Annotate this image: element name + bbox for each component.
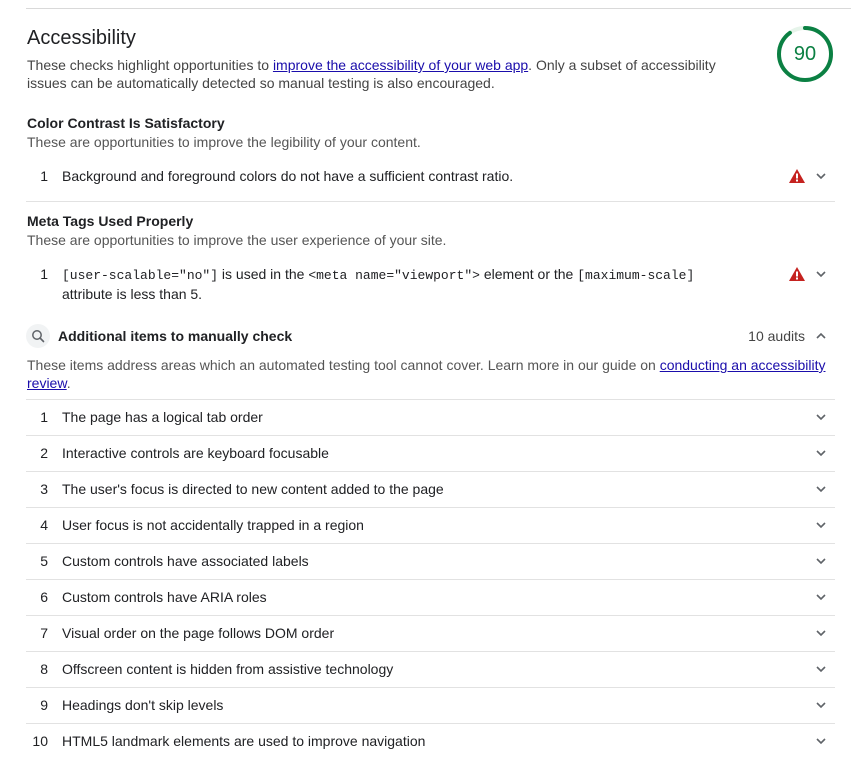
manual-description-text: These items address areas which an autom… bbox=[27, 357, 660, 373]
manual-check-number: 3 bbox=[40, 481, 48, 497]
manual-check-title: HTML5 landmark elements are used to impr… bbox=[62, 733, 426, 749]
manual-check-item[interactable]: 1 The page has a logical tab order bbox=[26, 399, 835, 436]
manual-check-title: Visual order on the page follows DOM ord… bbox=[62, 625, 335, 641]
category-description-text: These checks highlight opportunities to bbox=[27, 57, 273, 73]
manual-check-item[interactable]: 3 The user's focus is directed to new con… bbox=[26, 471, 835, 508]
manual-check-number: 9 bbox=[40, 697, 48, 713]
chevron-down-icon[interactable] bbox=[815, 699, 827, 711]
code-user-scalable: [user-scalable="no"] bbox=[62, 268, 219, 283]
manual-check-item[interactable]: 2 Interactive controls are keyboard focus… bbox=[26, 435, 835, 472]
audit-color-contrast[interactable]: 1 Background and foreground colors do no… bbox=[26, 164, 835, 188]
score-gauge: 90 bbox=[776, 25, 834, 83]
code-meta-viewport: <meta name="viewport"> bbox=[308, 268, 480, 283]
chevron-down-icon[interactable] bbox=[815, 447, 827, 459]
category-title: Accessibility bbox=[27, 27, 136, 49]
manual-check-number: 10 bbox=[32, 733, 48, 749]
manual-checks-title: Additional items to manually check bbox=[58, 328, 293, 344]
chevron-up-icon[interactable] bbox=[815, 330, 827, 342]
manual-check-item[interactable]: 10 HTML5 landmark elements are used to im… bbox=[26, 723, 835, 759]
audit-title-part: element or the bbox=[479, 266, 578, 282]
group-divider bbox=[26, 201, 835, 202]
manual-check-item[interactable]: 5 Custom controls have associated labels bbox=[26, 543, 835, 580]
manual-checks-count: 10 audits bbox=[748, 328, 805, 344]
manual-check-item[interactable]: 8 Offscreen content is hidden from assist… bbox=[26, 651, 835, 688]
group-title-color-contrast: Color Contrast Is Satisfactory bbox=[27, 115, 225, 131]
audit-number: 1 bbox=[40, 266, 48, 282]
accessibility-report: Accessibility These checks highlight opp… bbox=[0, 0, 861, 765]
category-description: These checks highlight opportunities to … bbox=[27, 56, 727, 92]
top-divider bbox=[26, 8, 851, 9]
chevron-down-icon[interactable] bbox=[815, 170, 827, 182]
chevron-down-icon[interactable] bbox=[815, 591, 827, 603]
manual-check-title: Custom controls have associated labels bbox=[62, 553, 309, 569]
search-icon bbox=[26, 324, 50, 348]
code-maximum-scale: [maximum-scale] bbox=[577, 268, 695, 283]
chevron-down-icon[interactable] bbox=[815, 627, 827, 639]
chevron-down-icon[interactable] bbox=[815, 663, 827, 675]
manual-checks-toggle[interactable]: Additional items to manually check 10 au… bbox=[26, 324, 835, 348]
manual-check-title: The user's focus is directed to new cont… bbox=[62, 481, 444, 497]
manual-check-item[interactable]: 4 User focus is not accidentally trapped … bbox=[26, 507, 835, 544]
manual-check-number: 1 bbox=[40, 409, 48, 425]
group-description-color-contrast: These are opportunities to improve the l… bbox=[27, 134, 421, 150]
audit-title-part: is used in the bbox=[218, 266, 309, 282]
manual-check-number: 5 bbox=[40, 553, 48, 569]
manual-check-item[interactable]: 7 Visual order on the page follows DOM or… bbox=[26, 615, 835, 652]
chevron-down-icon[interactable] bbox=[815, 411, 827, 423]
manual-check-title: Custom controls have ARIA roles bbox=[62, 589, 267, 605]
manual-check-number: 7 bbox=[40, 625, 48, 641]
chevron-down-icon[interactable] bbox=[815, 735, 827, 747]
manual-check-item[interactable]: 6 Custom controls have ARIA roles bbox=[26, 579, 835, 616]
accessibility-guide-link[interactable]: improve the accessibility of your web ap… bbox=[273, 57, 528, 73]
audit-number: 1 bbox=[40, 168, 48, 184]
chevron-down-icon[interactable] bbox=[815, 555, 827, 567]
group-description-meta-tags: These are opportunities to improve the u… bbox=[27, 232, 447, 248]
manual-check-title: Offscreen content is hidden from assisti… bbox=[62, 661, 394, 677]
manual-check-item[interactable]: 9 Headings don't skip levels bbox=[26, 687, 835, 724]
chevron-down-icon[interactable] bbox=[815, 519, 827, 531]
manual-description-text-end: . bbox=[66, 375, 71, 391]
audit-title-part: attribute is less than 5. bbox=[62, 286, 203, 302]
manual-check-number: 4 bbox=[40, 517, 48, 533]
audit-title: Background and foreground colors do not … bbox=[62, 168, 514, 184]
manual-check-title: Headings don't skip levels bbox=[62, 697, 224, 713]
audit-title: [user-scalable="no"] is used in the <met… bbox=[62, 265, 762, 303]
audit-meta-viewport[interactable]: 1 [user-scalable="no"] is used in the <m… bbox=[26, 262, 835, 302]
manual-check-title: Interactive controls are keyboard focusa… bbox=[62, 445, 329, 461]
warning-triangle-icon bbox=[789, 267, 805, 281]
manual-check-number: 6 bbox=[40, 589, 48, 605]
score-value: 90 bbox=[793, 43, 817, 65]
manual-checks-description: These items address areas which an autom… bbox=[27, 356, 827, 392]
manual-check-number: 2 bbox=[40, 445, 48, 461]
manual-check-number: 8 bbox=[40, 661, 48, 677]
manual-check-title: The page has a logical tab order bbox=[62, 409, 263, 425]
group-title-meta-tags: Meta Tags Used Properly bbox=[27, 213, 194, 229]
chevron-down-icon[interactable] bbox=[815, 483, 827, 495]
chevron-down-icon[interactable] bbox=[815, 268, 827, 280]
manual-check-title: User focus is not accidentally trapped i… bbox=[62, 517, 364, 533]
warning-triangle-icon bbox=[789, 169, 805, 183]
